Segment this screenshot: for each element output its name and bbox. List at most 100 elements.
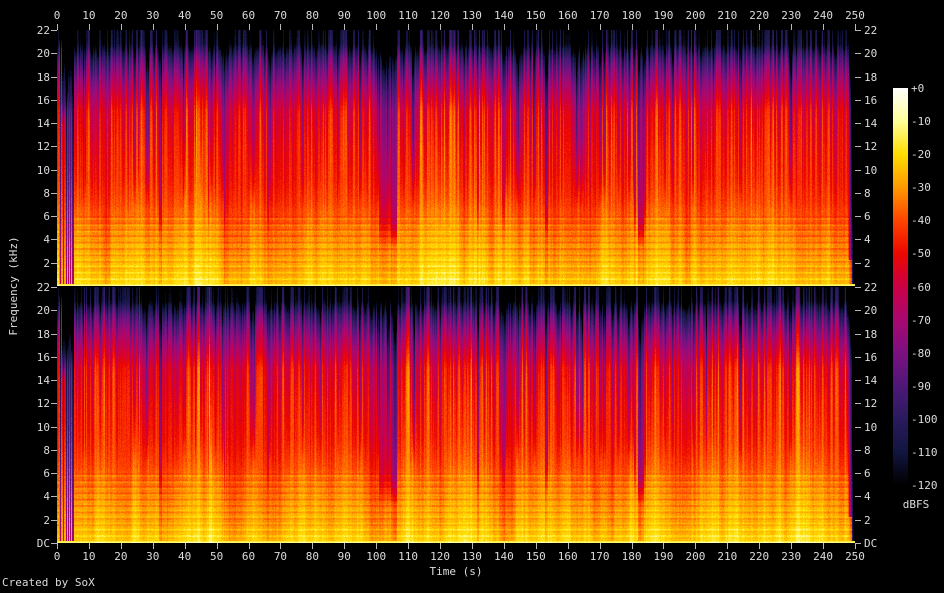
freq-tick <box>51 239 57 240</box>
freq-tick <box>855 334 861 335</box>
freq-tick <box>855 496 861 497</box>
freq-tick-label: 12 <box>36 397 50 410</box>
time-tick <box>312 24 314 30</box>
sox-spectrogram-window: 0 0 10 10 20 20 30 30 40 40 50 50 60 60 70 70 80 80 90 90 10… <box>0 0 944 593</box>
time-tick-label: 110 <box>398 550 419 563</box>
time-tick <box>57 24 58 30</box>
time-tick-label: 170 <box>589 550 610 563</box>
freq-tick <box>855 403 861 404</box>
time-tick <box>567 543 569 549</box>
freq-tick-label: DC <box>36 537 50 550</box>
freq-tick <box>51 496 57 497</box>
time-tick-label: 220 <box>749 550 770 563</box>
time-tick-label: 40 <box>178 9 192 22</box>
freq-tick <box>855 216 861 217</box>
freq-tick-label: 12 <box>864 397 878 410</box>
colorbar-tick-label: -110 <box>911 445 938 459</box>
freq-tick <box>51 77 57 78</box>
time-tick <box>503 543 505 549</box>
freq-tick <box>51 53 57 54</box>
freq-tick <box>51 193 57 194</box>
freq-tick <box>855 239 861 240</box>
freq-tick <box>855 427 861 428</box>
time-tick <box>663 543 665 549</box>
time-tick-label: 130 <box>462 9 482 22</box>
time-tick-label: 180 <box>621 550 642 563</box>
time-tick <box>727 543 729 549</box>
time-tick <box>471 24 473 30</box>
colorbar-title: dBFS <box>902 498 930 511</box>
freq-tick <box>855 146 861 147</box>
freq-tick <box>855 170 861 171</box>
freq-tick <box>51 403 57 404</box>
time-tick-label: 40 <box>178 550 192 563</box>
time-tick <box>695 24 697 30</box>
freq-tick-label: 16 <box>36 351 50 364</box>
time-tick <box>440 24 442 30</box>
time-tick <box>823 24 825 30</box>
time-tick <box>216 543 218 549</box>
freq-tick <box>51 473 57 474</box>
time-tick-label: 110 <box>398 9 419 22</box>
time-tick <box>248 24 250 30</box>
time-tick <box>344 543 346 549</box>
freq-tick-label: 6 <box>43 210 50 223</box>
freq-tick-label: 18 <box>864 328 878 341</box>
time-tick <box>823 543 825 549</box>
freq-tick <box>855 287 861 288</box>
colorbar-tick-label: -80 <box>911 346 931 360</box>
time-tick <box>312 543 314 549</box>
time-tick <box>408 543 410 549</box>
time-tick <box>184 24 186 30</box>
freq-tick-label: 10 <box>36 421 50 434</box>
freq-tick <box>51 170 57 171</box>
freq-tick-label: 8 <box>43 444 50 457</box>
time-tick-label: 100 <box>366 9 387 22</box>
freq-tick-label: 8 <box>864 187 871 200</box>
freq-tick <box>855 77 861 78</box>
freq-tick <box>855 53 861 54</box>
colorbar-tick-label: -20 <box>911 148 931 162</box>
time-tick-label: 190 <box>653 9 674 22</box>
time-tick-label: 140 <box>493 550 514 563</box>
time-tick <box>152 543 154 549</box>
time-tick <box>631 24 633 30</box>
freq-tick <box>51 357 57 358</box>
time-tick-label: 180 <box>621 9 642 22</box>
freq-tick-label: 12 <box>864 140 878 153</box>
freq-tick-label: 6 <box>864 467 871 480</box>
time-tick-label: 100 <box>366 550 387 563</box>
freq-tick-label: 18 <box>36 328 50 341</box>
colorbar-tick-label: -60 <box>911 280 931 294</box>
freq-tick-label: 20 <box>36 47 50 60</box>
time-tick <box>759 24 761 30</box>
freq-tick <box>51 263 57 264</box>
freq-tick <box>51 543 57 544</box>
freq-tick <box>51 123 57 124</box>
time-tick-label: 230 <box>781 9 802 22</box>
colorbar-tick-label: -70 <box>911 313 931 327</box>
time-tick-label: 60 <box>241 550 256 563</box>
time-tick-label: 160 <box>557 550 578 563</box>
time-tick-label: 200 <box>685 9 706 22</box>
freq-tick-label: 20 <box>36 304 50 317</box>
freq-tick-label: 14 <box>36 374 50 387</box>
freq-tick-label: 2 <box>43 514 50 527</box>
time-tick-label: 240 <box>813 9 834 22</box>
freq-tick-label: 6 <box>864 210 871 223</box>
freq-tick <box>855 193 861 194</box>
time-tick-label: 90 <box>337 550 351 563</box>
time-tick <box>248 543 250 549</box>
time-tick-label: 60 <box>241 9 256 22</box>
colorbar-gradient <box>893 88 908 485</box>
time-tick-label: 70 <box>273 9 288 22</box>
freq-tick <box>51 30 57 31</box>
freq-tick-label: 12 <box>36 140 50 153</box>
time-tick <box>152 24 154 30</box>
freq-tick <box>855 450 861 451</box>
freq-tick <box>51 287 57 288</box>
freq-tick <box>855 100 861 101</box>
time-tick <box>631 543 633 549</box>
freq-tick-label: 18 <box>864 71 878 84</box>
freq-tick <box>51 520 57 521</box>
